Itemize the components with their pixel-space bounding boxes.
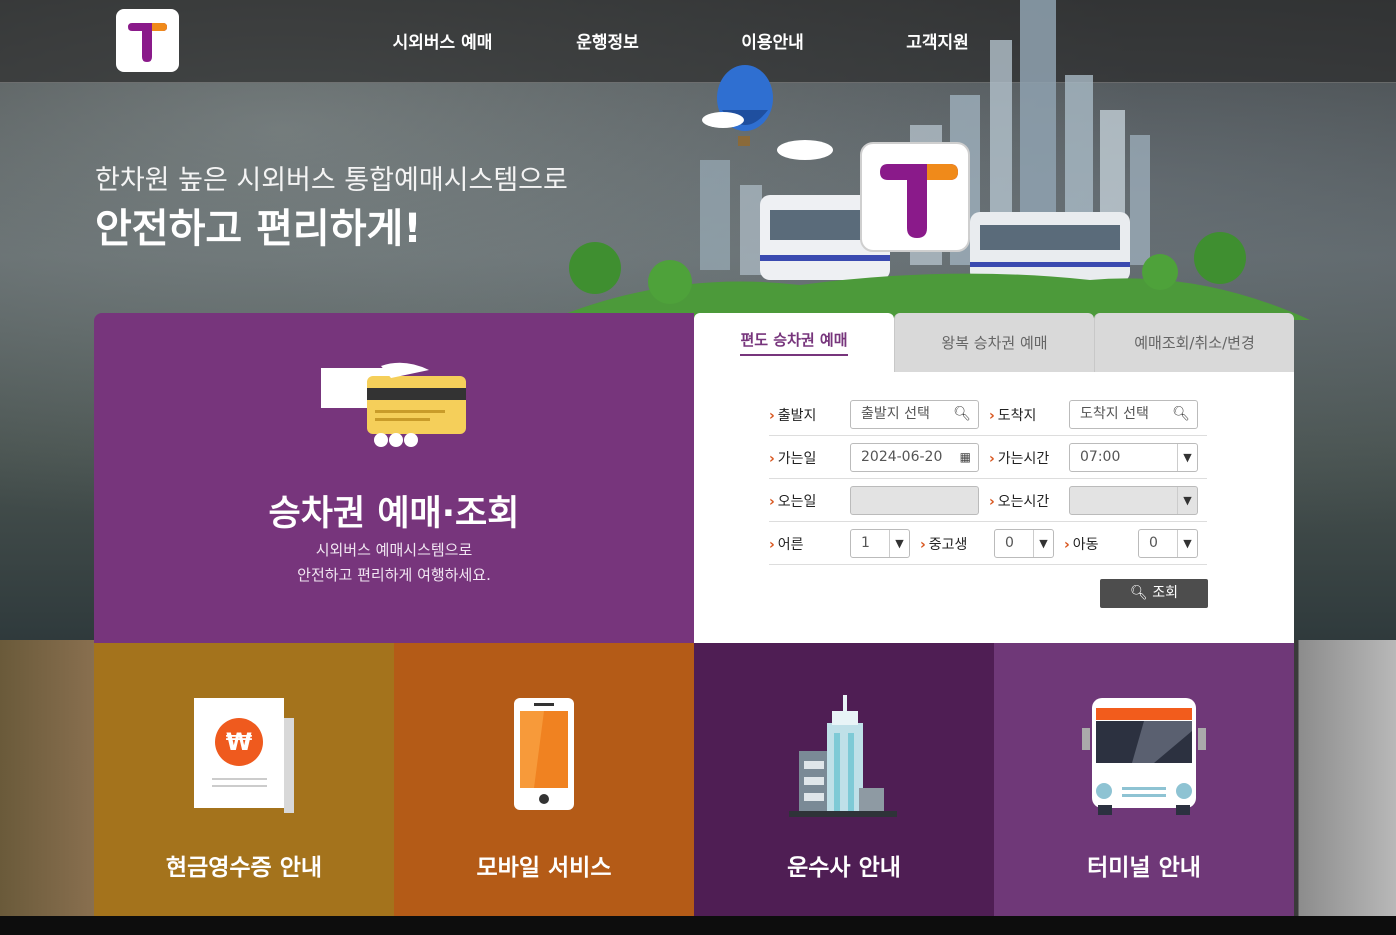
child-count-value: 0 <box>1149 535 1158 551</box>
student-label: 중고생 <box>920 534 968 554</box>
search-button[interactable]: 🔍︎ 조회 <box>1100 579 1208 608</box>
chevron-down-icon: ▼ <box>1177 487 1197 514</box>
ticket-panel-desc-line1: 시외버스 예매시스템으로 <box>315 541 473 559</box>
chevron-down-icon: ▼ <box>889 530 909 557</box>
tab-reservation-lookup[interactable]: 예매조회/취소/변경 <box>1094 313 1294 372</box>
search-icon: 🔍︎ <box>953 406 971 422</box>
tile-terminal-info[interactable]: 터미널 안내 <box>994 643 1294 916</box>
tab-round-trip-label: 왕복 승차권 예매 <box>941 334 1048 352</box>
logo[interactable] <box>116 9 179 72</box>
tab-lookup-label: 예매조회/취소/변경 <box>1134 334 1255 352</box>
tile-cash-receipt[interactable]: ₩ 현금영수증 안내 <box>94 643 394 916</box>
tile-cash-receipt-label: 현금영수증 안내 <box>165 855 323 881</box>
tab-one-way-label: 편도 승차권 예매 <box>740 329 848 356</box>
arrival-label: 도착지 <box>989 405 1037 425</box>
bus-icon <box>1082 698 1206 815</box>
child-count-select[interactable]: 0 ▼ <box>1138 529 1198 558</box>
departure-placeholder: 출발지 선택 <box>861 406 930 422</box>
student-count-value: 0 <box>1005 535 1014 551</box>
return-date-label: 오는일 <box>769 491 817 511</box>
go-time-select[interactable]: 07:00 ▼ <box>1069 443 1198 472</box>
departure-field[interactable]: 출발지 선택 🔍︎ <box>850 400 979 429</box>
chevron-down-icon: ▼ <box>1033 530 1053 557</box>
nav-bus-reservation[interactable]: 시외버스 예매 <box>360 28 525 53</box>
return-time-select[interactable]: ▼ <box>1069 486 1198 515</box>
form-row-go: 가는일 2024-06-20 ▦ 가는시간 07:00 ▼ <box>769 436 1207 479</box>
hero-title: 안전하고 편리하게! <box>95 206 422 252</box>
ticket-panel-description: 시외버스 예매시스템으로 안전하고 편리하게 여행하세요. <box>94 538 694 588</box>
departure-label: 출발지 <box>769 405 817 425</box>
tile-mobile-service[interactable]: 모바일 서비스 <box>394 643 694 916</box>
tile-bus-company-label: 운수사 안내 <box>787 855 901 881</box>
adult-count-select[interactable]: 1 ▼ <box>850 529 910 558</box>
go-time-label: 가는시간 <box>989 448 1050 468</box>
return-date-field[interactable] <box>850 486 979 515</box>
hero-subtitle: 한차원 높은 시외버스 통합예매시스템으로 <box>95 165 568 196</box>
svg-text:₩: ₩ <box>226 728 253 756</box>
calendar-icon: ▦ <box>959 450 971 464</box>
receipt-icon: ₩ <box>194 698 294 813</box>
search-icon: 🔍︎ <box>1172 406 1190 422</box>
adult-label: 어른 <box>769 534 804 554</box>
tile-mobile-service-label: 모바일 서비스 <box>476 855 612 881</box>
ticket-panel-title: 승차권 예매·조회 <box>268 494 520 534</box>
tab-one-way[interactable]: 편도 승차권 예매 <box>694 313 894 372</box>
form-row-return: 오는일 오는시간 ▼ <box>769 479 1207 522</box>
search-icon: 🔍︎ <box>1130 585 1148 601</box>
credit-card-hand-icon <box>321 362 466 447</box>
ticket-panel-desc-line2: 안전하고 편리하게 여행하세요. <box>297 566 491 584</box>
mobile-phone-icon <box>514 698 574 810</box>
arrival-field[interactable]: 도착지 선택 🔍︎ <box>1069 400 1198 429</box>
adult-count-value: 1 <box>861 535 870 551</box>
tile-bus-company[interactable]: 운수사 안내 <box>694 643 994 916</box>
tab-round-trip[interactable]: 왕복 승차권 예매 <box>894 313 1094 372</box>
go-date-label: 가는일 <box>769 448 817 468</box>
building-icon <box>789 695 897 817</box>
form-row-locations: 출발지 출발지 선택 🔍︎ 도착지 도착지 선택 🔍︎ <box>769 393 1207 436</box>
go-date-value: 2024-06-20 <box>861 449 943 465</box>
arrival-placeholder: 도착지 선택 <box>1080 406 1149 422</box>
chevron-down-icon: ▼ <box>1177 530 1197 557</box>
booking-tabs: 편도 승차권 예매 왕복 승차권 예매 예매조회/취소/변경 <box>694 313 1294 372</box>
bottom-strip <box>0 916 1396 935</box>
go-date-field[interactable]: 2024-06-20 ▦ <box>850 443 979 472</box>
student-count-select[interactable]: 0 ▼ <box>994 529 1054 558</box>
go-time-value: 07:00 <box>1080 449 1121 465</box>
return-time-label: 오는시간 <box>989 491 1050 511</box>
ticket-panel <box>94 313 694 643</box>
hero-city-bus-illustration <box>550 0 1310 320</box>
tile-terminal-info-label: 터미널 안내 <box>1087 855 1201 881</box>
form-row-passengers: 어른 1 ▼ 중고생 0 ▼ 아동 0 ▼ <box>769 522 1207 565</box>
search-button-label: 조회 <box>1152 585 1178 601</box>
chevron-down-icon: ▼ <box>1177 444 1197 471</box>
logo-t-icon <box>128 23 167 62</box>
child-label: 아동 <box>1064 534 1099 554</box>
